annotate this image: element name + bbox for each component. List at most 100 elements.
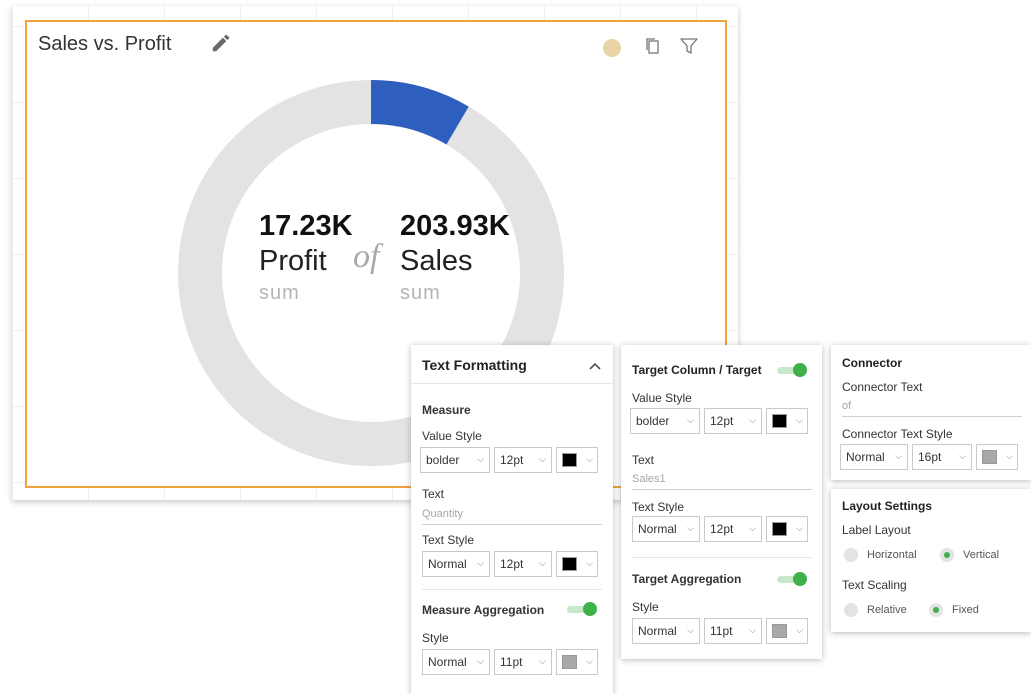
donut-progress-arc [370,80,469,145]
measure-aggregation-title: Measure Aggregation [422,603,545,617]
edit-icon[interactable] [208,30,234,56]
text-label: Text [632,453,655,467]
text-color-picker[interactable]: ⌵ [556,551,598,577]
color-swatch [772,414,787,428]
target-text-input[interactable]: Sales1 [632,471,812,490]
copy-icon[interactable] [642,36,662,56]
chevron-down-icon: ⌵ [796,523,803,533]
connector-size-select[interactable]: 16pt ⌵ [912,444,972,470]
value-weight-select[interactable]: bolder ⌵ [420,447,490,473]
target-agg-color-picker[interactable]: ⌵ [766,618,808,644]
chevron-down-icon: ⌵ [749,523,756,533]
target-value-weight-select[interactable]: bolder ⌵ [630,408,700,434]
measure-section-title: Measure [422,403,471,417]
target-name: Sales [400,245,473,277]
measure-value: 17.23K [259,210,353,242]
chevron-down-icon: ⌵ [687,523,694,533]
panel-header: Text Formatting [422,357,527,373]
layout-settings-panel: Layout Settings Label Layout Horizontal … [831,489,1031,632]
color-swatch [562,655,577,669]
chevron-down-icon: ⌵ [895,451,902,461]
aggregation-color-picker[interactable]: ⌵ [556,649,598,675]
target-agg-weight-select[interactable]: Normal ⌵ [632,618,700,644]
chevron-down-icon: ⌵ [796,625,803,635]
text-size-select[interactable]: 12pt ⌵ [494,551,552,577]
divider [411,383,613,384]
connector-text-label: Connector Text [842,380,923,394]
target-column-panel: Target Column / Target Value Style bolde… [621,345,822,659]
value-size-select[interactable]: 12pt ⌵ [494,447,552,473]
target-aggregation-toggle[interactable] [777,572,807,586]
radio-fixed[interactable]: Fixed [929,603,979,617]
measure-text-input[interactable]: Quantity [422,506,602,525]
radio-button [844,548,858,562]
target-value: 203.93K [400,210,510,242]
chevron-down-icon: ⌵ [1006,451,1013,461]
collapse-chevron-icon[interactable] [587,358,603,374]
target-value-color-picker[interactable]: ⌵ [766,408,808,434]
style-label: Style [422,631,449,645]
filter-icon[interactable] [678,35,700,57]
panel-header: Layout Settings [842,499,933,513]
connector-weight-select[interactable]: Normal ⌵ [840,444,908,470]
target-text-size-select[interactable]: 12pt ⌵ [704,516,762,542]
color-swatch [982,450,997,464]
connector-text-input[interactable]: of [842,398,1022,417]
connector-panel: Connector Connector Text of Connector Te… [831,345,1031,480]
measure-block: 17.23K Profit sum [259,210,353,305]
chevron-down-icon: ⌵ [959,451,966,461]
measure-aggregation-toggle[interactable] [567,602,597,616]
target-text-color-picker[interactable]: ⌵ [766,516,808,542]
chevron-down-icon: ⌵ [749,625,756,635]
target-toggle[interactable] [777,363,807,377]
style-label: Style [632,600,659,614]
color-swatch [562,453,577,467]
text-label: Text [422,487,445,501]
chevron-down-icon: ⌵ [796,415,803,425]
radio-button [929,603,943,617]
chevron-down-icon: ⌵ [477,454,484,464]
radio-button [844,603,858,617]
connector-text: of [353,238,380,275]
target-value-size-select[interactable]: 12pt ⌵ [704,408,762,434]
color-swatch [562,557,577,571]
radio-button [940,548,954,562]
chevron-down-icon: ⌵ [586,454,593,464]
value-color-picker[interactable]: ⌵ [556,447,598,473]
chevron-down-icon: ⌵ [477,558,484,568]
radio-relative[interactable]: Relative [844,603,907,617]
measure-aggregation: sum [259,282,300,304]
aggregation-weight-select[interactable]: Normal ⌵ [422,649,490,675]
text-weight-select[interactable]: Normal ⌵ [422,551,490,577]
color-swatch [772,522,787,536]
chevron-down-icon: ⌵ [749,415,756,425]
panel-header: Connector [842,356,902,370]
target-text-weight-select[interactable]: Normal ⌵ [632,516,700,542]
chevron-down-icon: ⌵ [586,656,593,666]
connector-text-style-label: Connector Text Style [842,427,953,441]
panel-header: Target Column / Target [632,363,762,377]
label-layout-label: Label Layout [842,523,911,537]
connector-color-picker[interactable]: ⌵ [976,444,1018,470]
chevron-down-icon: ⌵ [687,415,694,425]
chevron-down-icon: ⌵ [586,558,593,568]
color-swatch [772,624,787,638]
chevron-down-icon: ⌵ [539,656,546,666]
chevron-down-icon: ⌵ [539,558,546,568]
text-scaling-label: Text Scaling [842,578,907,592]
aggregation-size-select[interactable]: 11pt ⌵ [494,649,552,675]
target-aggregation: sum [400,282,441,304]
target-agg-size-select[interactable]: 11pt ⌵ [704,618,762,644]
measure-name: Profit [259,245,327,277]
radio-vertical[interactable]: Vertical [940,548,999,562]
status-dot[interactable] [602,38,622,58]
value-style-label: Value Style [422,429,482,443]
value-style-label: Value Style [632,391,692,405]
card-title: Sales vs. Profit [38,33,172,55]
chevron-down-icon: ⌵ [687,625,694,635]
radio-horizontal[interactable]: Horizontal [844,548,917,562]
target-block: 203.93K Sales sum [400,210,510,305]
text-style-label: Text Style [632,500,685,514]
text-style-label: Text Style [422,533,475,547]
chevron-down-icon: ⌵ [477,656,484,666]
